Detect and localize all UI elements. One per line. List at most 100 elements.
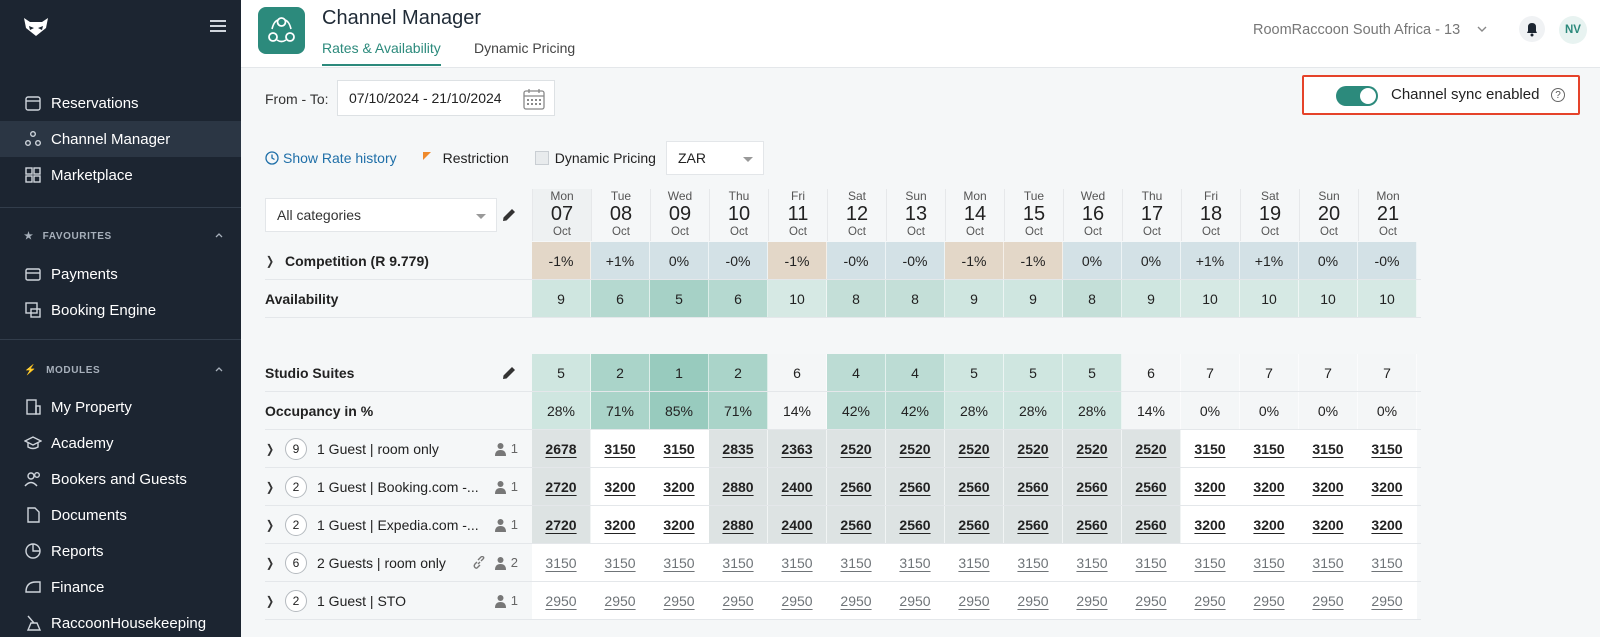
- grid-cell[interactable]: 2950: [1240, 582, 1299, 619]
- grid-cell[interactable]: 2950: [886, 582, 945, 619]
- calendar-icon[interactable]: [522, 87, 546, 111]
- nav-item-reports[interactable]: Reports: [0, 533, 241, 569]
- grid-cell[interactable]: 2520: [886, 430, 945, 467]
- grid-cell[interactable]: 2560: [886, 468, 945, 505]
- grid-cell[interactable]: 3150: [768, 544, 827, 581]
- grid-cell[interactable]: 2950: [709, 582, 768, 619]
- grid-cell[interactable]: 3150: [709, 544, 768, 581]
- date-range-input[interactable]: 07/10/2024 - 21/10/2024: [337, 80, 555, 116]
- grid-cell[interactable]: 2560: [945, 468, 1004, 505]
- grid-cell[interactable]: 2400: [768, 468, 827, 505]
- grid-cell[interactable]: 3200: [1181, 468, 1240, 505]
- nav-item-reservations[interactable]: Reservations: [0, 85, 241, 121]
- grid-cell[interactable]: 2560: [945, 506, 1004, 543]
- grid-cell[interactable]: 2400: [768, 506, 827, 543]
- grid-cell[interactable]: 3150: [886, 544, 945, 581]
- nav-item-finance[interactable]: Finance: [0, 569, 241, 605]
- grid-cell[interactable]: 3150: [1181, 544, 1240, 581]
- nav-item-academy[interactable]: Academy: [0, 425, 241, 461]
- grid-cell[interactable]: 3150: [1240, 430, 1299, 467]
- grid-cell[interactable]: 3200: [1240, 468, 1299, 505]
- grid-cell[interactable]: 3150: [1004, 544, 1063, 581]
- grid-cell[interactable]: 2880: [709, 468, 768, 505]
- grid-cell[interactable]: 3200: [1358, 468, 1417, 505]
- grid-cell[interactable]: 2678: [532, 430, 591, 467]
- modules-section-header[interactable]: ⚡ MODULES: [24, 365, 224, 376]
- chevron-right-icon[interactable]: ❯: [266, 556, 274, 570]
- grid-cell[interactable]: 2560: [1004, 506, 1063, 543]
- grid-cell[interactable]: 2520: [1063, 430, 1122, 467]
- link-icon[interactable]: [472, 555, 486, 570]
- grid-cell[interactable]: 2950: [1358, 582, 1417, 619]
- grid-cell[interactable]: 3200: [1299, 506, 1358, 543]
- raccoon-logo-icon[interactable]: [22, 16, 50, 38]
- help-icon[interactable]: ?: [1551, 88, 1565, 102]
- grid-cell[interactable]: 2560: [827, 468, 886, 505]
- dynamic-pricing-checkbox[interactable]: [534, 151, 549, 165]
- grid-cell[interactable]: 2950: [768, 582, 827, 619]
- grid-cell[interactable]: 2950: [827, 582, 886, 619]
- grid-cell[interactable]: 3150: [1299, 430, 1358, 467]
- grid-cell[interactable]: 3150: [1240, 544, 1299, 581]
- grid-cell[interactable]: 3150: [827, 544, 886, 581]
- nav-item-documents[interactable]: Documents: [0, 497, 241, 533]
- grid-cell[interactable]: 3150: [1181, 430, 1240, 467]
- grid-cell[interactable]: 2720: [532, 468, 591, 505]
- grid-cell[interactable]: 3200: [650, 506, 709, 543]
- grid-cell[interactable]: 3200: [1181, 506, 1240, 543]
- nav-item-channel-manager[interactable]: Channel Manager: [0, 121, 241, 157]
- grid-cell[interactable]: 2950: [1063, 582, 1122, 619]
- chevron-right-icon[interactable]: ❯: [266, 594, 274, 608]
- show-rate-history-link[interactable]: Show Rate history: [265, 150, 397, 166]
- tab-dynamic-pricing[interactable]: Dynamic Pricing: [474, 40, 575, 64]
- chevron-right-icon[interactable]: ❯: [266, 442, 274, 456]
- grid-cell[interactable]: 2950: [532, 582, 591, 619]
- grid-cell[interactable]: 2950: [1299, 582, 1358, 619]
- grid-cell[interactable]: 2560: [1004, 468, 1063, 505]
- grid-cell[interactable]: 2520: [1004, 430, 1063, 467]
- category-select[interactable]: All categories: [265, 198, 497, 232]
- grid-cell[interactable]: 3150: [1063, 544, 1122, 581]
- grid-cell[interactable]: 2950: [945, 582, 1004, 619]
- grid-cell[interactable]: 3150: [591, 544, 650, 581]
- channel-sync-toggle[interactable]: [1336, 86, 1378, 106]
- grid-cell[interactable]: 2560: [886, 506, 945, 543]
- chevron-right-icon[interactable]: ❯: [266, 480, 274, 494]
- grid-cell[interactable]: 2950: [591, 582, 650, 619]
- grid-cell[interactable]: 3150: [650, 544, 709, 581]
- property-selector[interactable]: RoomRaccoon South Africa - 13: [1253, 22, 1473, 38]
- grid-cell[interactable]: 2520: [945, 430, 1004, 467]
- nav-item-booking-engine[interactable]: Booking Engine: [0, 292, 241, 328]
- grid-cell[interactable]: 3150: [1358, 430, 1417, 467]
- grid-cell[interactable]: 3150: [650, 430, 709, 467]
- avatar[interactable]: NV: [1559, 16, 1587, 44]
- grid-cell[interactable]: 3200: [1299, 468, 1358, 505]
- grid-cell[interactable]: 3150: [591, 430, 650, 467]
- grid-cell[interactable]: 2950: [1004, 582, 1063, 619]
- tab-rates-availability[interactable]: Rates & Availability: [322, 40, 441, 66]
- grid-cell[interactable]: 2560: [827, 506, 886, 543]
- nav-item-raccoon-housekeeping[interactable]: RaccoonHousekeeping: [0, 605, 241, 637]
- grid-cell[interactable]: 2520: [1122, 430, 1181, 467]
- grid-cell[interactable]: 2363: [768, 430, 827, 467]
- favourites-section-header[interactable]: ★ FAVOURITES: [24, 231, 224, 242]
- grid-cell[interactable]: 2835: [709, 430, 768, 467]
- grid-cell[interactable]: 3150: [1358, 544, 1417, 581]
- nav-item-my-property[interactable]: My Property: [0, 389, 241, 425]
- edit-pencil-icon[interactable]: [500, 364, 518, 382]
- currency-select[interactable]: ZAR: [666, 141, 764, 175]
- grid-cell[interactable]: 2950: [1181, 582, 1240, 619]
- nav-item-bookers-and-guests[interactable]: Bookers and Guests: [0, 461, 241, 497]
- nav-item-payments[interactable]: Payments: [0, 256, 241, 292]
- grid-cell[interactable]: 3150: [532, 544, 591, 581]
- grid-cell[interactable]: 3150: [1122, 544, 1181, 581]
- grid-cell[interactable]: 3200: [591, 468, 650, 505]
- grid-cell[interactable]: 3200: [1240, 506, 1299, 543]
- notifications-button[interactable]: [1519, 16, 1545, 42]
- grid-cell[interactable]: 2950: [650, 582, 709, 619]
- grid-cell[interactable]: 2560: [1063, 506, 1122, 543]
- grid-cell[interactable]: 2560: [1122, 468, 1181, 505]
- edit-pencil-icon[interactable]: [500, 206, 518, 224]
- grid-cell[interactable]: 2720: [532, 506, 591, 543]
- nav-item-marketplace[interactable]: Marketplace: [0, 157, 241, 193]
